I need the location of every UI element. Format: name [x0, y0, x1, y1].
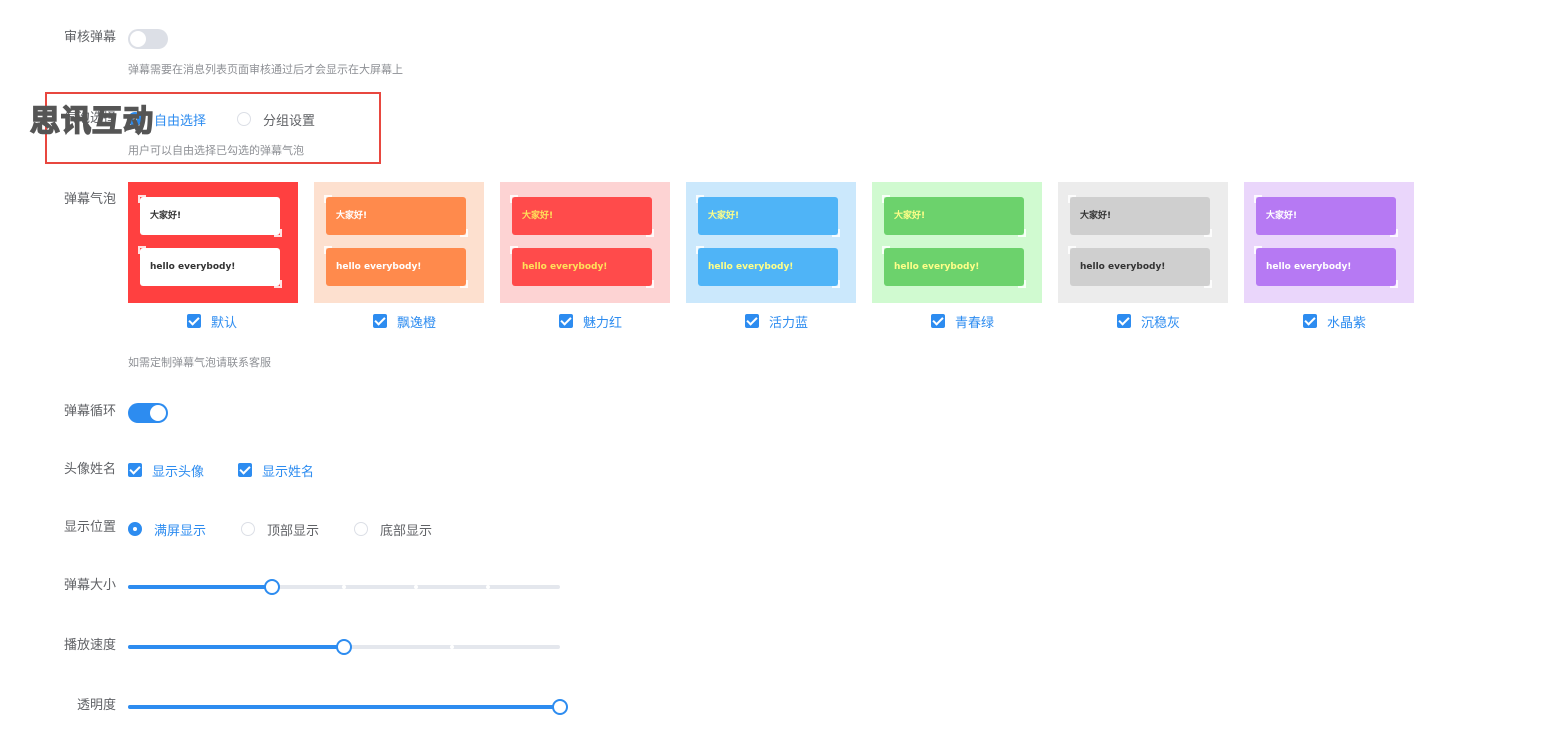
- bubble-style-name: 魅力红: [583, 315, 623, 331]
- bubble-sample-hello: hello everybody!: [324, 246, 468, 288]
- radio-top[interactable]: 顶部显示: [241, 519, 319, 539]
- speed-label: 播放速度: [63, 638, 116, 653]
- bubble-style-preview[interactable]: 大家好! hello everybody!: [1244, 182, 1414, 303]
- checkbox-box: [238, 463, 252, 477]
- bubble-style-name: 活力蓝: [769, 315, 809, 331]
- bubble-style-checkbox[interactable]: 沉稳灰: [1117, 311, 1180, 331]
- slider-handle[interactable]: [336, 639, 352, 655]
- loop-switch[interactable]: [128, 403, 168, 423]
- bubble-style-preview[interactable]: 大家好! hello everybody!: [1058, 182, 1228, 303]
- radio-top-label: 顶部显示: [267, 523, 320, 539]
- slider-fill: [128, 705, 560, 709]
- bubble-style-preview[interactable]: 大家好! hello everybody!: [500, 182, 670, 303]
- radio-bottom-label: 底部显示: [380, 523, 433, 539]
- bubble-style-checkbox[interactable]: 默认: [187, 311, 237, 331]
- review-switch[interactable]: [128, 29, 168, 49]
- bubble-sample-hello: hello everybody!: [1254, 246, 1398, 288]
- bubble-style-checkbox[interactable]: 活力蓝: [745, 311, 808, 331]
- radio-group-setting-label: 分组设置: [263, 113, 316, 129]
- loop-switch-knob: [150, 405, 166, 421]
- bubble-style-checkbox[interactable]: 魅力红: [559, 311, 622, 331]
- slider-fill: [128, 645, 344, 649]
- size-label: 弹幕大小: [63, 578, 116, 593]
- radio-free-select-label: 自由选择: [154, 113, 207, 129]
- bubble-style-preview[interactable]: 大家好! hello everybody!: [686, 182, 856, 303]
- slider-stop: [450, 645, 454, 649]
- radio-dot: [354, 522, 368, 536]
- bubble-sample-greeting: 大家好!: [510, 195, 654, 237]
- slider-stop: [486, 585, 490, 589]
- bubble-sample-hello: hello everybody!: [1068, 246, 1212, 288]
- bubbles-label: 弹幕气泡: [63, 192, 116, 207]
- size-slider[interactable]: [128, 577, 560, 597]
- review-hint: 弹幕需要在消息列表页面审核通过后才会显示在大屏幕上: [128, 63, 403, 76]
- radio-group-setting[interactable]: 分组设置: [237, 109, 315, 129]
- bubble-style-name: 青春绿: [955, 315, 995, 331]
- bubble-sample-greeting: 大家好!: [1068, 195, 1212, 237]
- checkbox-box: [559, 314, 573, 328]
- checkbox-show-name[interactable]: 显示姓名: [238, 460, 314, 480]
- radio-dot: [237, 112, 251, 126]
- checkbox-show-avatar-label: 显示头像: [152, 464, 205, 480]
- checkbox-box: [1303, 314, 1317, 328]
- checkbox-box: [745, 314, 759, 328]
- bubble-sample-hello: hello everybody!: [138, 246, 282, 288]
- review-switch-knob: [130, 31, 146, 47]
- checkbox-show-name-label: 显示姓名: [262, 464, 315, 480]
- bubble-style-checkbox[interactable]: 水晶紫: [1303, 311, 1366, 331]
- watermark-logo: 思讯互动: [29, 103, 154, 140]
- slider-stop: [414, 585, 418, 589]
- bubble-sample-greeting: 大家好!: [696, 195, 840, 237]
- review-label: 审核弹幕: [63, 30, 116, 45]
- slider-stop: [342, 585, 346, 589]
- bubble-sample-hello: hello everybody!: [882, 246, 1026, 288]
- speed-slider[interactable]: [128, 637, 560, 657]
- bubble-style-name: 默认: [211, 315, 238, 331]
- bubble-sample-greeting: 大家好!: [882, 195, 1026, 237]
- avatar-label: 头像姓名: [63, 462, 116, 477]
- bubbles-hint: 如需定制弹幕气泡请联系客服: [128, 356, 271, 369]
- checkbox-box: [1117, 314, 1131, 328]
- checkbox-show-avatar[interactable]: 显示头像: [128, 460, 204, 480]
- slider-fill: [128, 585, 272, 589]
- bubble-sample-greeting: 大家好!: [1254, 195, 1398, 237]
- bubble-style-preview[interactable]: 大家好! hello everybody!: [314, 182, 484, 303]
- bubble-style-preview[interactable]: 大家好! hello everybody!: [128, 182, 298, 303]
- radio-fullscreen-label: 满屏显示: [154, 523, 207, 539]
- checkbox-box: [187, 314, 201, 328]
- checkbox-box: [128, 463, 142, 477]
- radio-dot: [241, 522, 255, 536]
- bubble-style-preview[interactable]: 大家好! hello everybody!: [872, 182, 1042, 303]
- selection-hint: 用户可以自由选择已勾选的弹幕气泡: [128, 144, 304, 157]
- radio-bottom[interactable]: 底部显示: [354, 519, 432, 539]
- radio-dot: [128, 522, 142, 536]
- bubble-style-name: 飘逸橙: [397, 315, 437, 331]
- radio-fullscreen[interactable]: 满屏显示: [128, 519, 206, 539]
- bubble-style-name: 沉稳灰: [1141, 315, 1181, 331]
- checkbox-box: [931, 314, 945, 328]
- bubble-sample-greeting: 大家好!: [138, 195, 282, 237]
- bubble-sample-greeting: 大家好!: [324, 195, 468, 237]
- bubble-sample-hello: hello everybody!: [510, 246, 654, 288]
- slider-handle[interactable]: [552, 699, 568, 715]
- bubble-style-checkbox[interactable]: 飘逸橙: [373, 311, 436, 331]
- loop-label: 弹幕循环: [63, 404, 116, 419]
- opacity-slider[interactable]: [128, 697, 568, 717]
- checkbox-box: [373, 314, 387, 328]
- opacity-label: 透明度: [76, 698, 116, 713]
- bubble-style-name: 水晶紫: [1327, 315, 1367, 331]
- position-label: 显示位置: [63, 520, 116, 535]
- bubble-sample-hello: hello everybody!: [696, 246, 840, 288]
- bubble-style-checkbox[interactable]: 青春绿: [931, 311, 994, 331]
- slider-handle[interactable]: [264, 579, 280, 595]
